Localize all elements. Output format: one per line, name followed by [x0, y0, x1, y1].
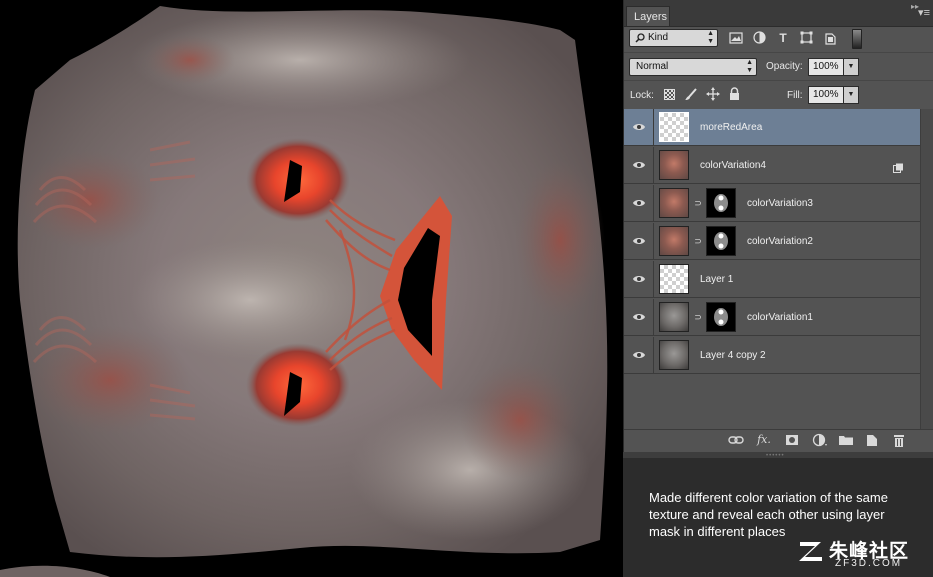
type-filter-icon[interactable]: T: [775, 31, 791, 45]
layer-name[interactable]: moreRedArea: [700, 109, 762, 146]
visibility-toggle[interactable]: [624, 299, 654, 336]
panel-menu-icon[interactable]: ▾≡: [918, 8, 930, 19]
blend-row: Normal ▲ ▼ Opacity: 100% ▼: [624, 52, 933, 80]
mask-link-icon[interactable]: ⊃: [694, 235, 702, 247]
layer-thumbnail[interactable]: [659, 112, 689, 142]
pixel-filter-icon[interactable]: [729, 32, 743, 44]
fill-input[interactable]: 100%: [808, 86, 844, 104]
layer-thumbnail[interactable]: [659, 302, 689, 332]
eye-icon: [633, 238, 645, 244]
layers-panel: Layers ▸▸ ▾≡ Kind ▲ ▼ T Normal ▲ ▼ Opaci…: [623, 0, 933, 452]
document-canvas[interactable]: [0, 0, 623, 577]
eye-icon: [633, 162, 645, 168]
visibility-toggle[interactable]: [624, 185, 654, 222]
layer-row[interactable]: Layer 1: [624, 261, 920, 298]
layer-row[interactable]: colorVariation4: [624, 147, 920, 184]
eye-icon: [633, 352, 645, 358]
lock-label: Lock:: [630, 90, 654, 101]
new-group-icon[interactable]: [838, 432, 854, 448]
smart-object-filter-icon[interactable]: [824, 31, 837, 45]
new-layer-icon[interactable]: [864, 432, 880, 448]
visibility-toggle[interactable]: [624, 261, 654, 298]
layer-name[interactable]: colorVariation3: [747, 185, 813, 222]
zf3d-logo-icon: [799, 542, 822, 561]
filter-toggle-switch[interactable]: [852, 29, 862, 49]
add-mask-icon[interactable]: [784, 432, 800, 448]
layer-row[interactable]: ⊃ colorVariation3: [624, 185, 920, 222]
layer-list: moreRedArea colorVariation4 ⊃ colorVariatio…: [624, 109, 920, 429]
lock-move-icon[interactable]: [706, 87, 720, 101]
lock-brush-icon[interactable]: [684, 88, 698, 101]
layer-thumbnail[interactable]: [659, 340, 689, 370]
updown-arrows-icon: ▲ ▼: [746, 59, 753, 74]
eye-icon: [633, 200, 645, 206]
layer-mask-thumbnail[interactable]: [706, 188, 736, 218]
opacity-input[interactable]: 100%: [808, 58, 844, 76]
delete-icon[interactable]: [891, 432, 907, 448]
visibility-toggle[interactable]: [624, 337, 654, 374]
opacity-label: Opacity:: [766, 61, 803, 72]
layer-row[interactable]: Layer 4 copy 2: [624, 337, 920, 374]
layer-name[interactable]: Layer 4 copy 2: [700, 337, 766, 374]
layer-row[interactable]: ⊃ colorVariation1: [624, 299, 920, 336]
filter-kind-label: Kind: [648, 32, 669, 43]
layer-name[interactable]: colorVariation4: [700, 147, 766, 184]
layer-thumbnail[interactable]: [659, 188, 689, 218]
visibility-toggle[interactable]: [624, 223, 654, 260]
eye-icon: [633, 124, 645, 130]
filter-row: Kind ▲ ▼ T: [624, 26, 933, 51]
layer-thumbnail[interactable]: [659, 226, 689, 256]
layer-mask-thumbnail[interactable]: [706, 226, 736, 256]
layers-bottom-bar: fx.: [624, 429, 933, 451]
blend-mode-value: Normal: [636, 61, 669, 72]
lock-all-icon[interactable]: [729, 87, 740, 101]
adjustment-filter-icon[interactable]: [753, 31, 766, 44]
filter-kind-select[interactable]: Kind ▲ ▼: [629, 29, 718, 47]
lock-transparent-icon[interactable]: [664, 89, 675, 100]
mask-link-icon[interactable]: ⊃: [694, 197, 702, 209]
opacity-dropdown-icon[interactable]: ▼: [843, 58, 859, 76]
watermark: 朱峰社区 ZF3D.COM: [797, 535, 921, 569]
blend-mode-select[interactable]: Normal ▲ ▼: [629, 58, 757, 76]
layer-row[interactable]: moreRedArea: [624, 109, 920, 146]
smart-object-icon: [893, 160, 904, 173]
updown-arrows-icon: ▲ ▼: [707, 30, 714, 45]
eye-icon: [633, 314, 645, 320]
layer-thumbnail[interactable]: [659, 264, 689, 294]
lock-row: Lock: Fill: 100% ▼: [624, 80, 933, 109]
fill-dropdown-icon[interactable]: ▼: [843, 86, 859, 104]
caption-area: Made different color variation of the sa…: [623, 458, 933, 577]
tab-layers[interactable]: Layers: [626, 6, 670, 26]
panel-tab-bar: Layers ▸▸ ▾≡: [624, 0, 933, 27]
eye-icon: [633, 276, 645, 282]
caption-text: Made different color variation of the sa…: [649, 490, 888, 539]
visibility-toggle[interactable]: [624, 147, 654, 184]
layer-name[interactable]: Layer 1: [700, 261, 733, 298]
layer-thumbnail[interactable]: [659, 150, 689, 180]
visibility-toggle[interactable]: [624, 109, 654, 146]
mask-link-icon[interactable]: ⊃: [694, 311, 702, 323]
shape-filter-icon[interactable]: [800, 31, 813, 44]
adjustment-layer-icon[interactable]: [812, 432, 828, 448]
layer-name[interactable]: colorVariation2: [747, 223, 813, 260]
search-icon: [635, 33, 645, 43]
layer-row[interactable]: ⊃ colorVariation2: [624, 223, 920, 260]
fill-label: Fill:: [787, 90, 803, 101]
fx-icon[interactable]: fx.: [756, 432, 772, 448]
layer-mask-thumbnail[interactable]: [706, 302, 736, 332]
watermark-site: ZF3D.COM: [835, 558, 903, 569]
layer-name[interactable]: colorVariation1: [747, 299, 813, 336]
face-texture-map: [0, 6, 608, 577]
layer-list-scrollbar[interactable]: [920, 109, 933, 429]
link-layers-icon[interactable]: [728, 432, 744, 448]
